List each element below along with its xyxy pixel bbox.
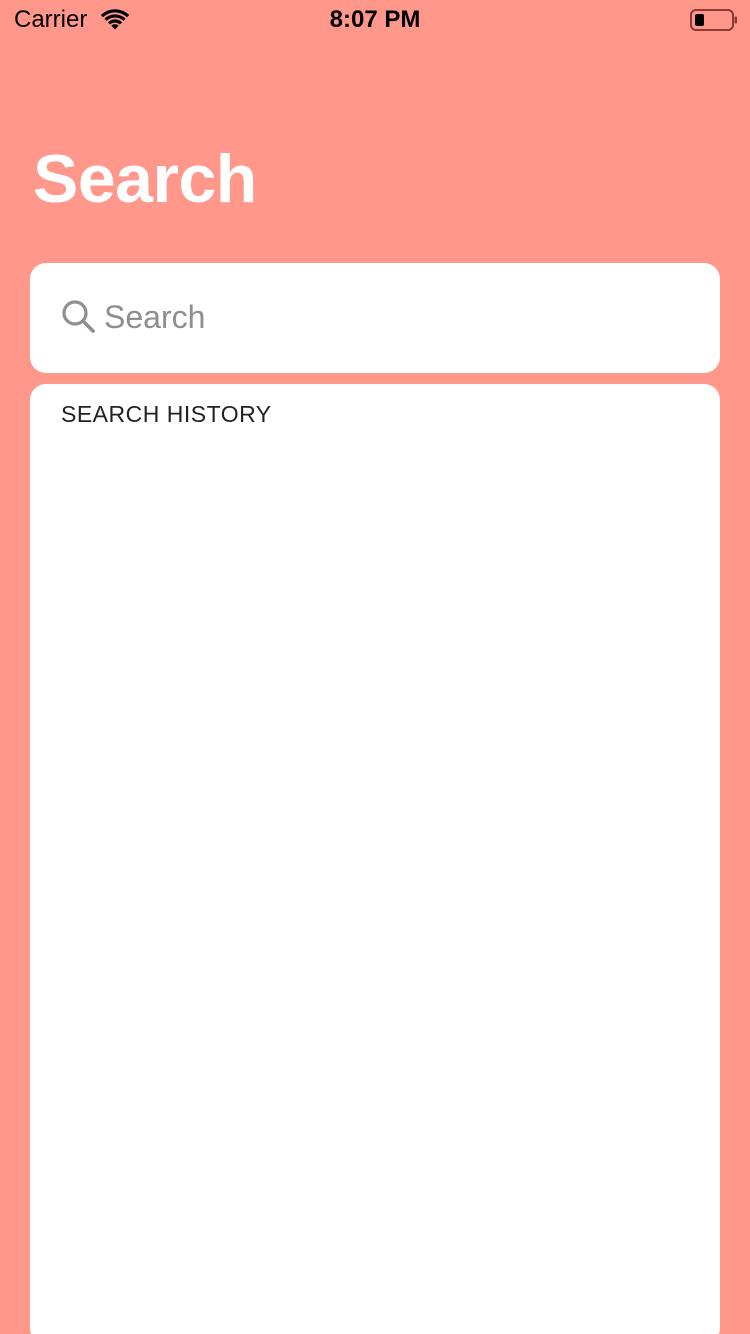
- battery-icon: [690, 9, 737, 31]
- search-icon: [62, 300, 95, 333]
- search-input[interactable]: [104, 290, 684, 344]
- search-history-header: SEARCH HISTORY: [61, 401, 272, 427]
- status-time: 8:07 PM: [329, 6, 421, 33]
- page-title: Search: [33, 141, 257, 217]
- search-history-list: [30, 384, 720, 1334]
- status-bar: Carrier 8:07 PM: [0, 0, 750, 40]
